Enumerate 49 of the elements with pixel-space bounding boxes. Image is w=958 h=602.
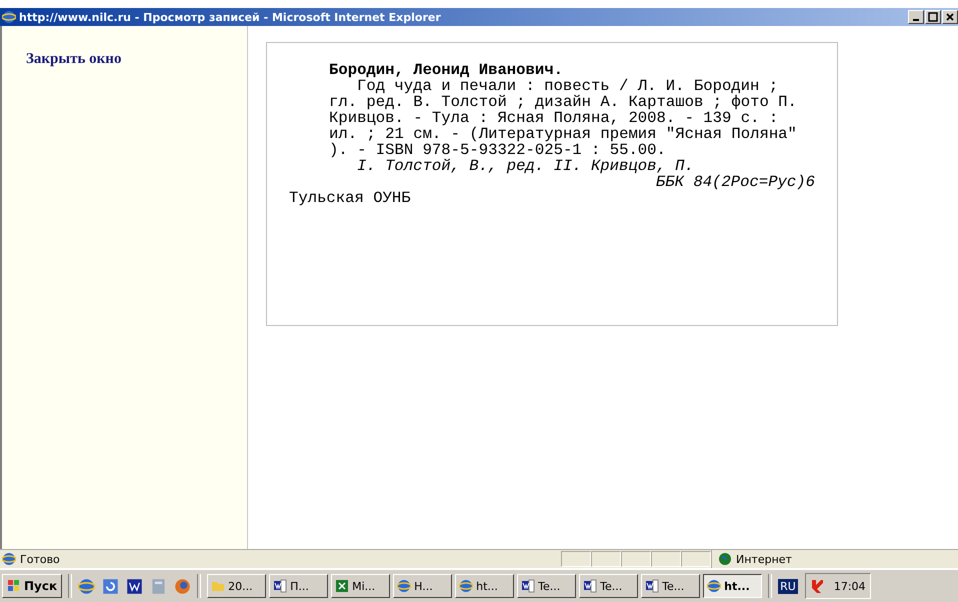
refresh-icon[interactable] [102,578,120,594]
document-icon [273,579,288,593]
maximize-icon [928,12,938,22]
document-icon [583,579,598,593]
browser-icon[interactable] [78,578,96,594]
browser-icon [459,579,474,593]
page-icon [2,552,16,566]
document-icon [521,579,536,593]
start-button[interactable]: Пуск [2,574,62,598]
browser-icon [397,579,412,593]
record-classification: ББК 84(2Рос=Рус)6 [656,174,815,190]
antivirus-icon[interactable] [810,579,824,593]
language-indicator[interactable]: RU [778,578,798,594]
spreadsheet-icon [335,579,350,593]
taskbar-button[interactable]: Te... [641,574,700,598]
status-text: Готово [20,552,60,566]
taskbar-button[interactable]: Te... [517,574,576,598]
taskbar-button[interactable]: 20... [207,574,266,598]
record-author: Бородин, Леонид Иванович. [328,62,564,78]
close-button[interactable] [942,10,958,24]
taskbar-button[interactable]: Te... [579,574,638,598]
folder-icon [211,579,226,593]
close-icon [945,12,955,22]
minimize-icon [913,19,919,21]
taskbar-button[interactable]: ht... [703,574,762,598]
record-tracings: I. Толстой, В., ред. II. Кривцов, П. [356,158,694,174]
globe-icon [718,552,732,566]
browser-icon [2,10,16,24]
maximize-button[interactable] [925,10,941,24]
status-bar-pane [621,551,651,567]
document-icon[interactable] [126,578,144,594]
status-bar-pane [561,551,591,567]
taskbar-button[interactable]: H... [393,574,452,598]
document-icon [645,579,660,593]
minimize-button[interactable] [908,10,924,24]
record-description: Год чуда и печали : повесть / Л. И. Бородин ; гл. ред. В. Толстой ; дизайн А. Карташов ; фото П. Кривцов. - Тула : Ясная Поляна, 2008. - 139 с. : ил. ; 21 см. - (Литературная премия "Ясная Поляна" ). - ISBN 978-5-93322-025-1 : 55.00. [328,78,798,158]
status-bar-pane [681,551,711,567]
taskbar-button[interactable]: ht... [455,574,514,598]
taskbar-button[interactable]: Mi... [331,574,390,598]
clock: 17:04 [834,580,866,592]
windows-logo-icon [7,579,21,593]
window-title: http://www.nilc.ru - Просмотр записей - Microsoft Internet Explorer [19,10,442,24]
status-bar-pane [651,551,681,567]
security-zone: Интернет [736,552,792,566]
close-window-link[interactable]: Закрыть окно [26,51,122,67]
browser-icon [707,579,722,593]
taskbar-button[interactable]: П... [269,574,328,598]
status-bar-pane [591,551,621,567]
record-library: Тульская ОУНБ [289,190,412,206]
